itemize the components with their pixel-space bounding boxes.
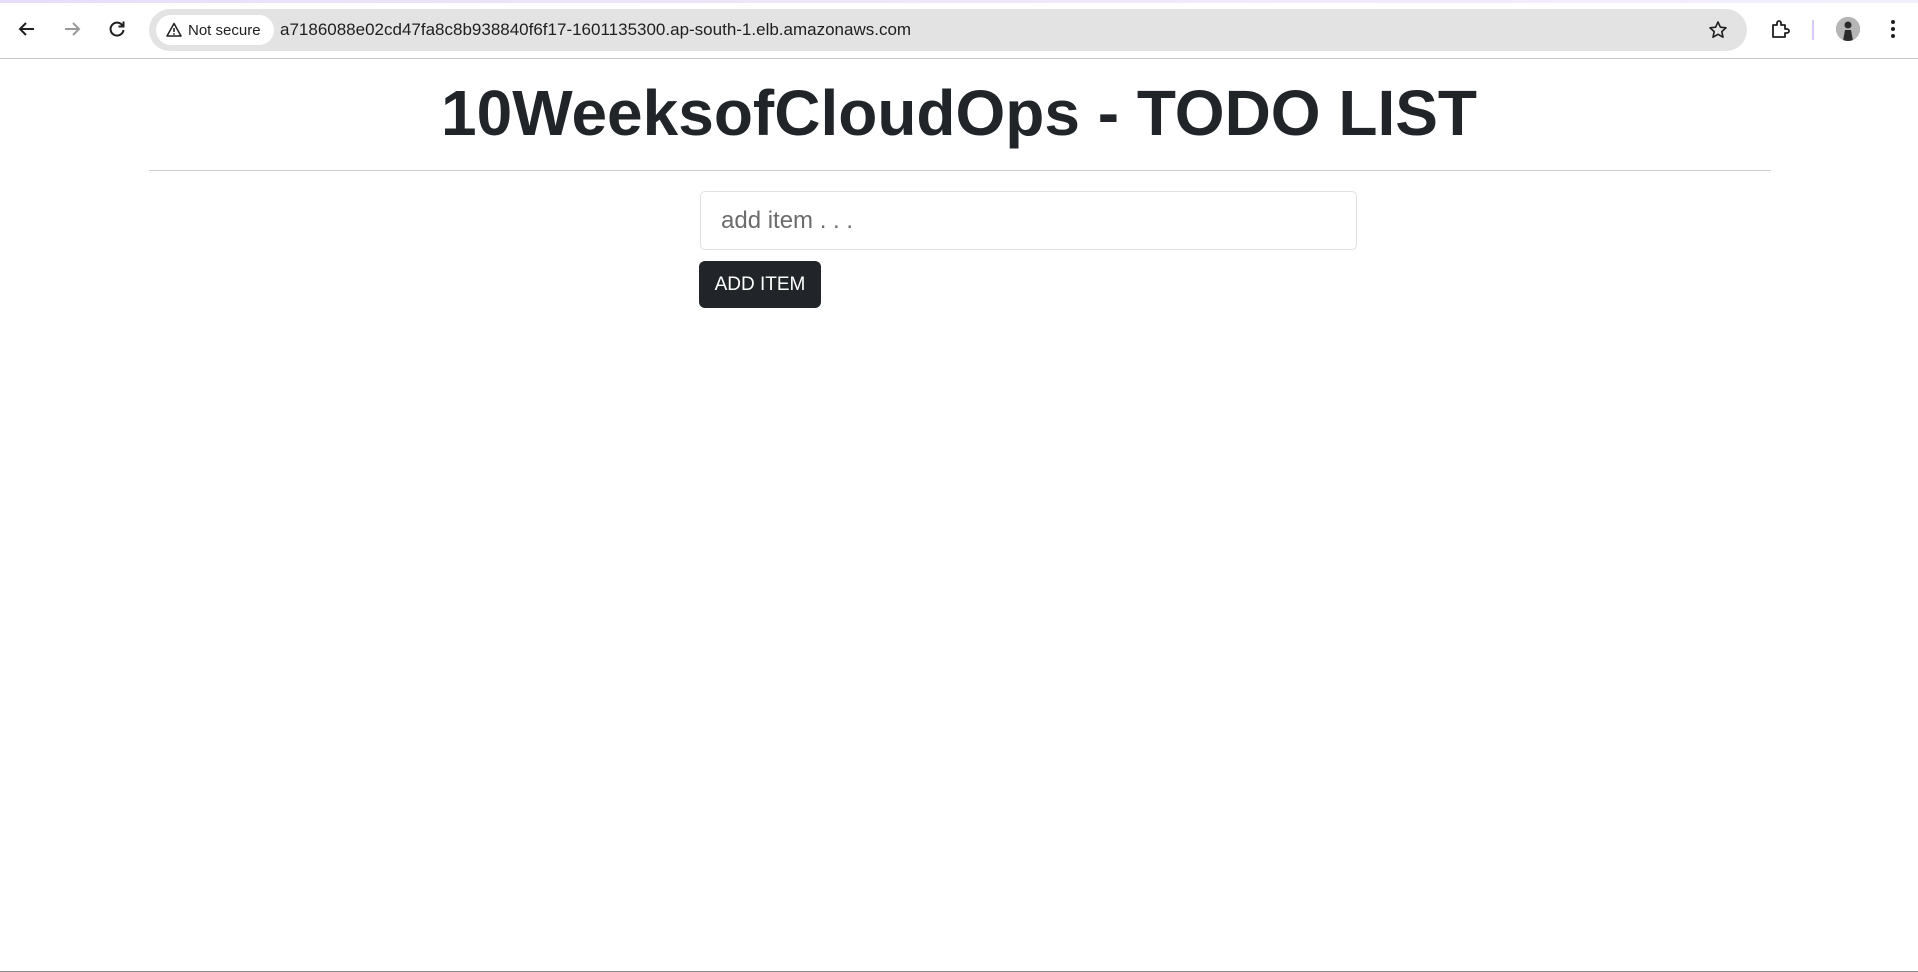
page-title: 10WeeksofCloudOps - TODO LIST — [441, 77, 1477, 149]
security-label: Not secure — [188, 21, 261, 39]
arrow-right-icon — [65, 22, 81, 36]
toolbar-separator — [1812, 20, 1814, 40]
back-button[interactable] — [11, 12, 43, 46]
browser-menu-button[interactable] — [1877, 12, 1909, 46]
reload-icon — [109, 21, 125, 37]
extensions-button[interactable] — [1765, 12, 1797, 46]
browser-toolbar: Not secure a7186088e02cd47fa8c8b938840f6… — [0, 0, 1918, 59]
add-item-button[interactable]: ADD ITEM — [699, 261, 821, 308]
reload-button[interactable] — [101, 12, 133, 46]
divider — [149, 170, 1771, 171]
tab-strip — [0, 0, 1918, 3]
page-content: 10WeeksofCloudOps - TODO LIST ADD ITEM — [0, 59, 1918, 972]
arrow-left-icon — [18, 22, 34, 36]
avatar[interactable] — [1836, 17, 1860, 41]
kebab-menu-icon — [1891, 20, 1895, 38]
warning-triangle-icon — [166, 22, 182, 37]
profile-icon — [1836, 17, 1860, 41]
security-indicator[interactable]: Not secure — [156, 15, 274, 45]
url-text[interactable]: a7186088e02cd47fa8c8b938840f6f17-1601135… — [280, 20, 911, 40]
add-item-input[interactable] — [700, 191, 1357, 250]
star-icon — [1709, 21, 1727, 38]
forward-button[interactable] — [56, 12, 88, 46]
address-bar[interactable]: Not secure a7186088e02cd47fa8c8b938840f6… — [149, 9, 1747, 51]
bookmark-button[interactable] — [1707, 19, 1729, 41]
puzzle-icon — [1772, 20, 1790, 38]
